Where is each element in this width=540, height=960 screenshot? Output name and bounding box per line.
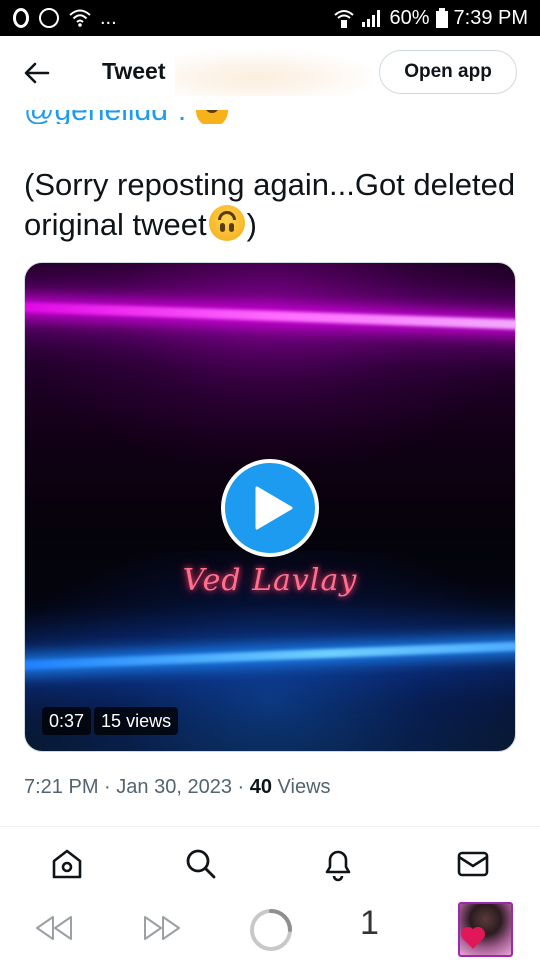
views-label: Views	[277, 776, 331, 798]
page-title: Tweet	[102, 58, 166, 84]
status-bar: ... 60% 7:39 PM	[0, 0, 540, 36]
heart-icon	[463, 929, 483, 949]
tab-messages[interactable]	[453, 844, 493, 884]
bottom-tab-bar	[0, 832, 540, 894]
open-app-button[interactable]: Open app	[379, 50, 517, 94]
signal-icon	[361, 8, 383, 28]
tab-count-button[interactable]: 1	[360, 904, 379, 943]
upside-down-face-emoji-icon	[208, 205, 245, 241]
status-ellipsis: ...	[100, 6, 117, 29]
messages-icon	[457, 851, 489, 877]
top-header: Tweet Open app	[0, 36, 540, 110]
status-right: 60% 7:39 PM	[333, 7, 528, 30]
tab-notifications[interactable]	[318, 844, 358, 884]
tab-home[interactable]	[47, 844, 87, 884]
video-glow-top	[25, 263, 515, 463]
battery-percent: 60%	[389, 6, 430, 29]
divider	[0, 826, 540, 827]
emoji-icon	[196, 110, 229, 124]
status-left: ...	[12, 7, 117, 30]
fast-forward-icon	[144, 916, 180, 940]
browser-bottom-bar: 1	[0, 894, 540, 960]
wifi-icon	[68, 8, 92, 28]
play-button[interactable]	[221, 459, 319, 557]
meta-separator: ·	[237, 776, 245, 798]
user-handle[interactable]: @genelidd	[24, 110, 168, 124]
tweet-meta: 7:21 PM · Jan 30, 2023 · 40 Views	[24, 776, 331, 799]
loading-icon	[250, 909, 292, 951]
video-player[interactable]: Ved Lavlay 0:37 15 views	[24, 262, 516, 752]
rewind-icon	[36, 916, 72, 940]
clock: 7:39 PM	[453, 6, 528, 29]
video-signature-text: Ved Lavlay	[182, 563, 358, 598]
arrow-left-icon	[24, 62, 50, 84]
tweet-text-end: )	[246, 207, 257, 242]
video-badges: 0:37 15 views	[42, 707, 179, 735]
handle-line: @genelidd :	[24, 110, 229, 124]
tweet-text: (Sorry reposting again...Got deleted ori…	[24, 165, 524, 245]
handle-separator: :	[178, 110, 186, 124]
tweet-date[interactable]: Jan 30, 2023	[116, 776, 232, 798]
play-icon	[255, 486, 292, 530]
tab-search[interactable]	[181, 844, 221, 884]
notifications-icon	[325, 850, 351, 882]
home-icon	[52, 849, 82, 879]
video-duration: 0:37	[42, 707, 92, 735]
tweet-text-body: (Sorry reposting again...Got deleted ori…	[24, 167, 516, 242]
search-icon	[186, 849, 216, 879]
scrolled-handle-line: @genelidd :	[0, 110, 540, 124]
video-views: 15 views	[94, 707, 179, 735]
wifi-calling-icon	[333, 7, 355, 29]
loading-indicator	[247, 906, 295, 954]
view-count: 40	[249, 776, 272, 798]
b-badge-icon	[38, 7, 60, 29]
tweet-time[interactable]: 7:21 PM	[24, 776, 98, 798]
profile-avatar[interactable]	[458, 902, 513, 957]
blurred-header-area	[175, 50, 375, 96]
notification-o-icon	[12, 7, 30, 29]
meta-separator: ·	[104, 776, 111, 798]
back-button[interactable]	[20, 58, 54, 88]
fast-forward-button[interactable]	[140, 910, 184, 946]
battery-icon	[435, 8, 448, 28]
rewind-button[interactable]	[32, 910, 76, 946]
